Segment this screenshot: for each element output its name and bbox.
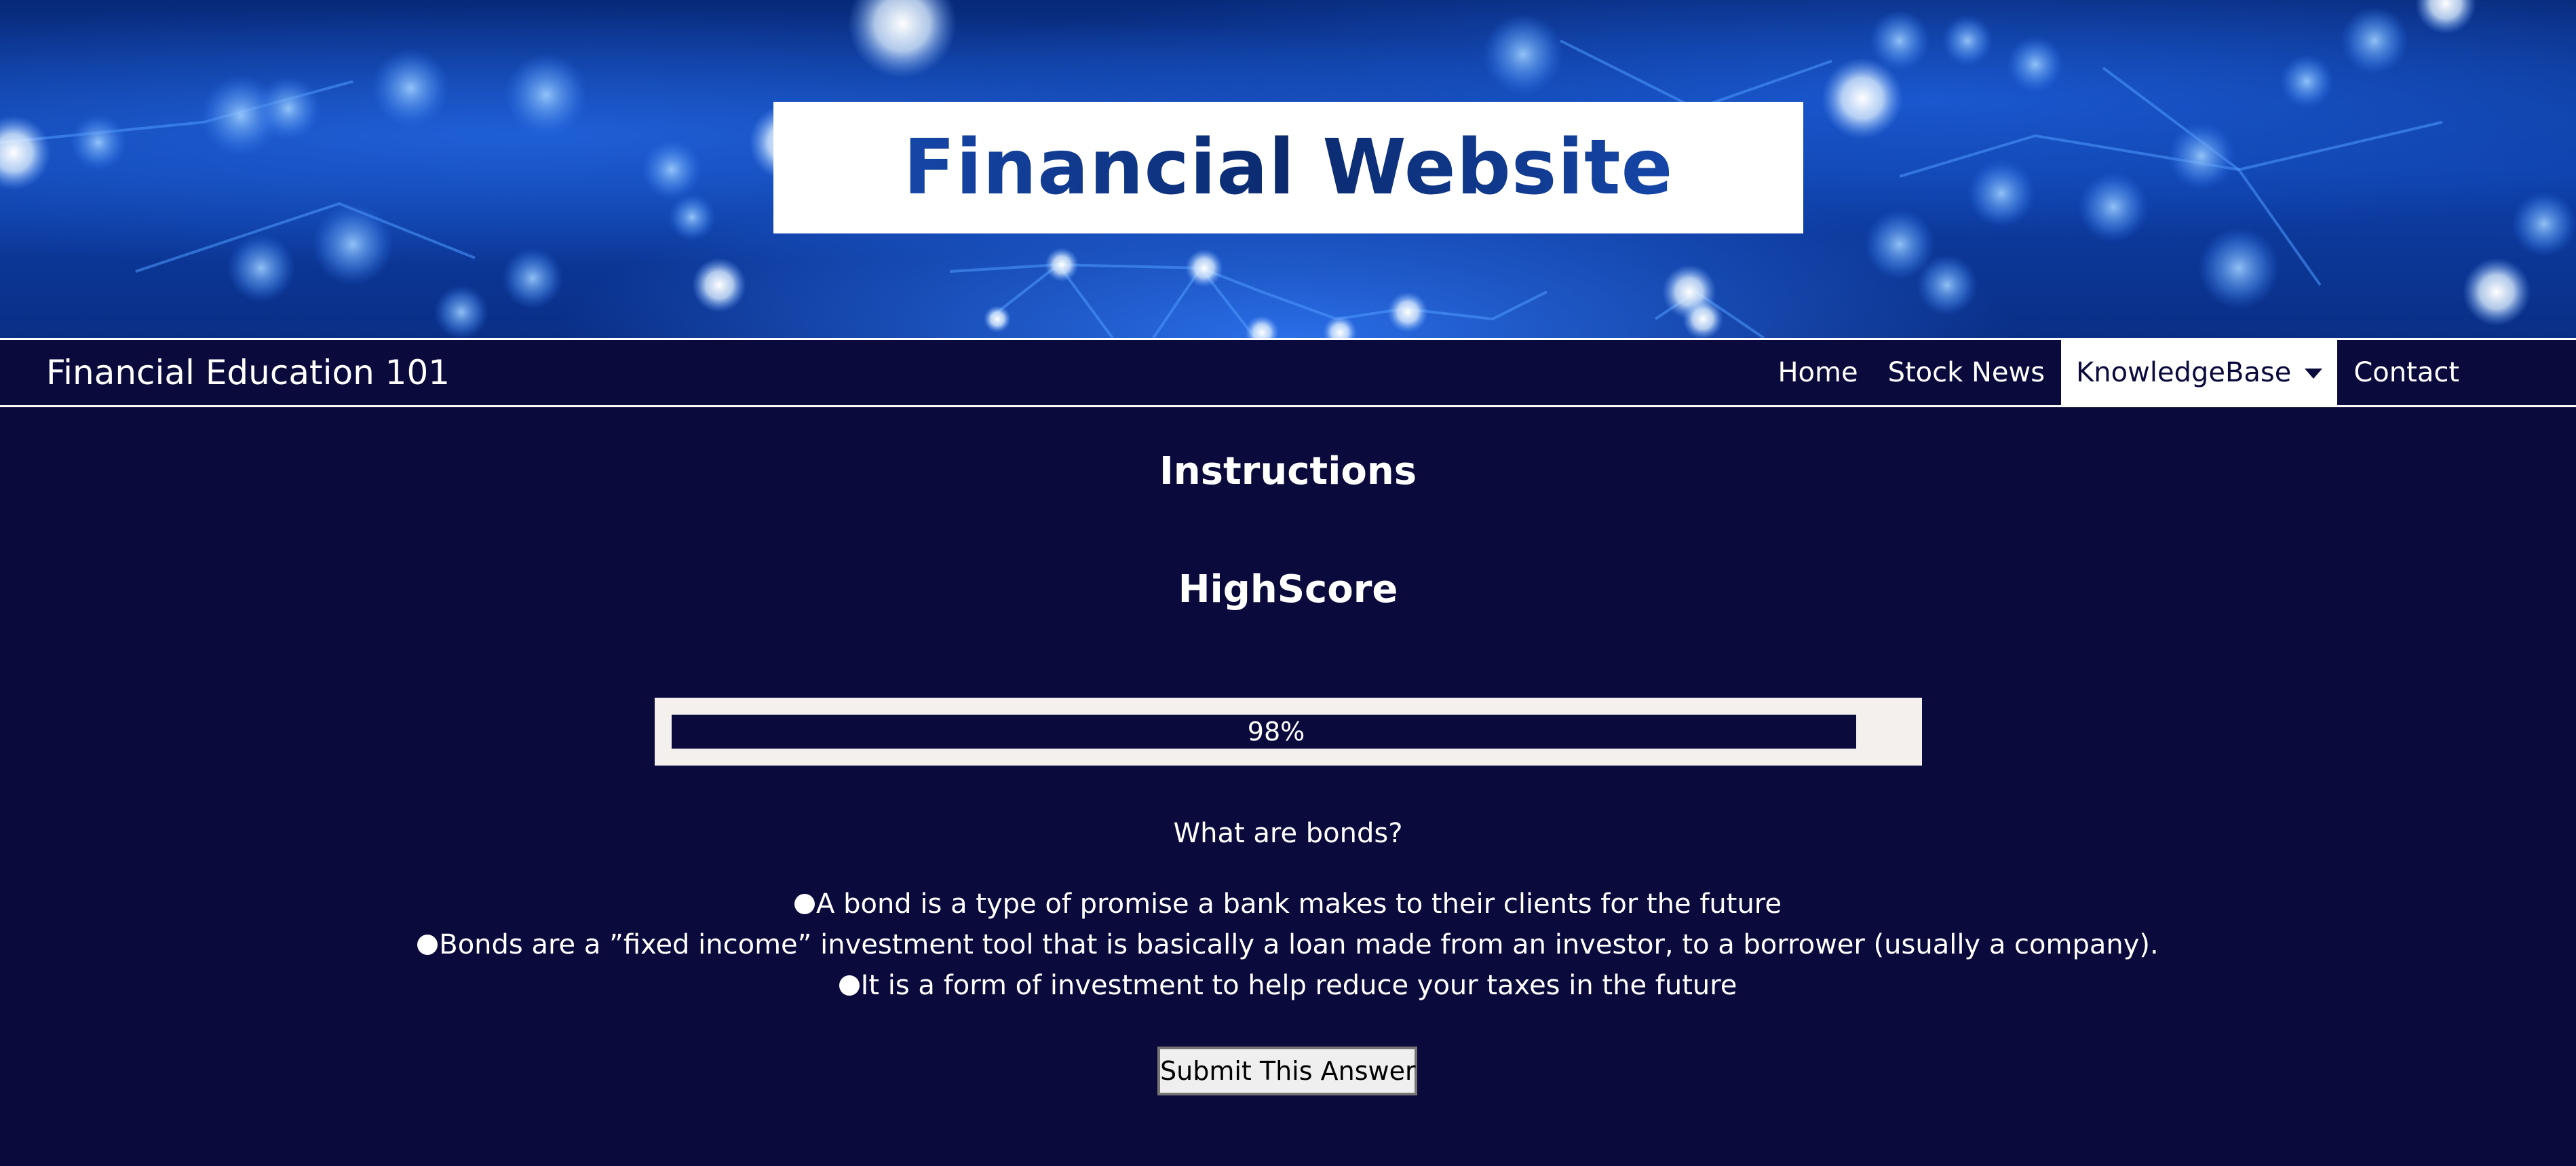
answer-option-text: Bonds are a ”fixed income” investment to…	[439, 929, 2159, 960]
nav-contact[interactable]: Contact	[2339, 340, 2474, 405]
nav-knowledgebase-label: KnowledgeBase	[2076, 357, 2292, 388]
nav-home-label: Home	[1777, 357, 1858, 388]
nav-knowledgebase-dropdown[interactable]: KnowledgeBase	[2061, 340, 2338, 405]
hero-banner: Financial Website	[0, 0, 2576, 338]
answer-option[interactable]: Bonds are a ”fixed income” investment to…	[0, 924, 2576, 965]
answer-option[interactable]: It is a form of investment to help reduc…	[0, 965, 2576, 1006]
progress-label: 98%	[1247, 717, 1305, 747]
nav-links: Home Stock News KnowledgeBase Contact	[1763, 340, 2474, 405]
nav-stock-news[interactable]: Stock News	[1873, 340, 2060, 405]
caret-down-icon	[2305, 368, 2323, 379]
radio-button-icon[interactable]	[839, 975, 860, 996]
quiz-question: What are bonds?	[1173, 818, 1403, 849]
progress-track: 98%	[672, 715, 1881, 749]
nav-contact-label: Contact	[2353, 357, 2459, 388]
site-title: Financial Website	[903, 124, 1674, 212]
instructions-heading[interactable]: Instructions	[0, 449, 2576, 493]
radio-button-icon[interactable]	[794, 894, 815, 914]
answer-option-text: It is a form of investment to help reduc…	[860, 970, 1737, 1001]
page: Financial Website Financial Education 10…	[0, 0, 2576, 1166]
highscore-heading[interactable]: HighScore	[0, 567, 2576, 612]
submit-answer-button[interactable]: Submit This Answer	[1157, 1047, 1417, 1095]
answer-option[interactable]: A bond is a type of promise a bank makes…	[0, 884, 2576, 924]
nav-home[interactable]: Home	[1763, 340, 1872, 405]
navbar: Financial Education 101 Home Stock News …	[0, 338, 2576, 407]
progress-bar: 98%	[655, 698, 1922, 766]
nav-stock-news-label: Stock News	[1887, 357, 2045, 388]
brand-link[interactable]: Financial Education 101	[46, 340, 450, 405]
radio-button-icon[interactable]	[417, 935, 438, 955]
answer-options: A bond is a type of promise a bank makes…	[0, 884, 2576, 1006]
site-title-box: Financial Website	[773, 102, 1803, 233]
answer-option-text: A bond is a type of promise a bank makes…	[816, 888, 1782, 920]
